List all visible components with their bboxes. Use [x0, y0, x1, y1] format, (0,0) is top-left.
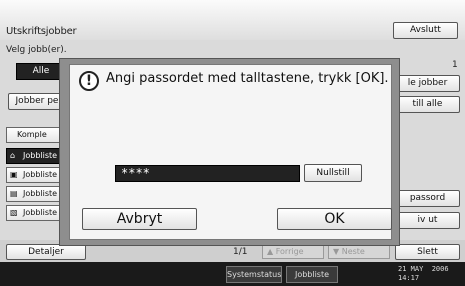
delete-button[interactable]: Slett: [395, 244, 460, 260]
next-page-button[interactable]: ▼ Neste: [328, 244, 390, 259]
triangle-up-icon: ▲: [267, 247, 274, 256]
triangle-down-icon: ▼: [333, 247, 340, 256]
password-button[interactable]: passord: [395, 190, 460, 207]
next-label: Neste: [341, 247, 365, 256]
ok-button[interactable]: OK: [277, 208, 392, 230]
list-item-label: Jobbliste: [23, 151, 58, 160]
reset-button[interactable]: Nullstill: [304, 164, 362, 182]
prev-page-button[interactable]: ▲ Forrige: [262, 244, 324, 259]
dialog-message: Angi passordet med talltastene, trykk [O…: [106, 71, 389, 86]
info-icon: !: [79, 71, 99, 91]
clock: 21 MAY 2006 14:17: [398, 265, 449, 282]
jobs-per-button[interactable]: Jobber pe: [8, 93, 66, 110]
print-button[interactable]: iv ut: [395, 212, 460, 229]
list-item-label: Jobbliste: [23, 170, 58, 179]
list-item-label: Jobbliste: [23, 208, 58, 217]
window-title: Utskriftsjobber: [6, 26, 77, 37]
password-field[interactable]: ****: [115, 165, 300, 182]
print-icon: ▣: [10, 170, 18, 179]
screen: Utskriftsjobber Avslutt Velg jobb(er). A…: [0, 0, 465, 286]
reset-all-button[interactable]: till alle: [395, 96, 460, 113]
system-status-button[interactable]: Systemstatus: [226, 266, 282, 283]
list-item-label: Jobbliste: [23, 189, 58, 198]
exit-button[interactable]: Avslutt: [393, 22, 458, 39]
cancel-button[interactable]: Avbryt: [82, 208, 197, 230]
sample-icon: ▧: [10, 208, 18, 217]
details-button[interactable]: Detaljer: [6, 244, 86, 260]
select-jobs-label: Velg jobb(er).: [6, 45, 67, 55]
page-count: 1/1: [233, 247, 248, 257]
lock-icon: ⌂: [10, 151, 16, 160]
page-indicator: 1: [452, 60, 458, 70]
job-list-button[interactable]: Jobbliste: [286, 266, 338, 283]
delete-jobs-button[interactable]: le jobber: [395, 75, 460, 92]
printer-icon: ▤: [10, 189, 18, 198]
prev-label: Forrige: [275, 247, 304, 256]
